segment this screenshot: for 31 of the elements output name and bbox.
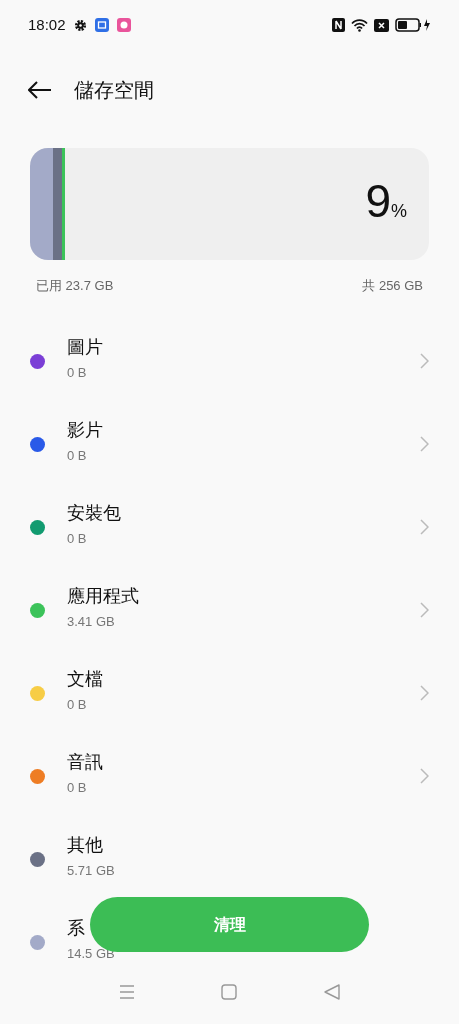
sim-icon: [374, 18, 389, 32]
category-label[interactable]: 音訊: [67, 748, 103, 775]
category-label[interactable]: 影片: [67, 416, 103, 443]
category-size: 0 B: [67, 363, 88, 382]
nfc-icon: [332, 18, 345, 32]
category-size: 0 B: [67, 695, 88, 714]
used-storage: 已用 23.7 GB: [36, 277, 114, 295]
category-label[interactable]: 應用程式: [67, 582, 139, 609]
status-time: 18:02: [28, 14, 66, 35]
menu-icon[interactable]: [119, 985, 136, 999]
category-label[interactable]: 系: [67, 914, 85, 941]
category-size: 3.41 GB: [67, 612, 116, 631]
category-size: 0 B: [67, 446, 88, 465]
total-storage: 共 256 GB: [362, 277, 423, 295]
settings-icon: [73, 18, 87, 32]
category-size: 0 B: [67, 529, 88, 548]
category-size: 0 B: [67, 778, 88, 797]
back-icon[interactable]: [28, 81, 52, 99]
app-icon: [94, 18, 109, 32]
app-icon: [116, 18, 131, 32]
category-label[interactable]: 其他: [67, 831, 103, 858]
wifi-icon: [351, 18, 368, 32]
percent-sign: %: [391, 201, 407, 223]
category-label[interactable]: 文檔: [67, 665, 103, 692]
home-icon[interactable]: [221, 984, 238, 1000]
usage-percent: 9: [365, 178, 391, 224]
category-label[interactable]: 安裝包: [67, 499, 121, 526]
page-title: 儲存空間: [74, 78, 154, 103]
category-label[interactable]: 圖片: [67, 333, 103, 360]
battery-icon: [395, 18, 431, 32]
category-size: 5.71 GB: [67, 861, 116, 880]
